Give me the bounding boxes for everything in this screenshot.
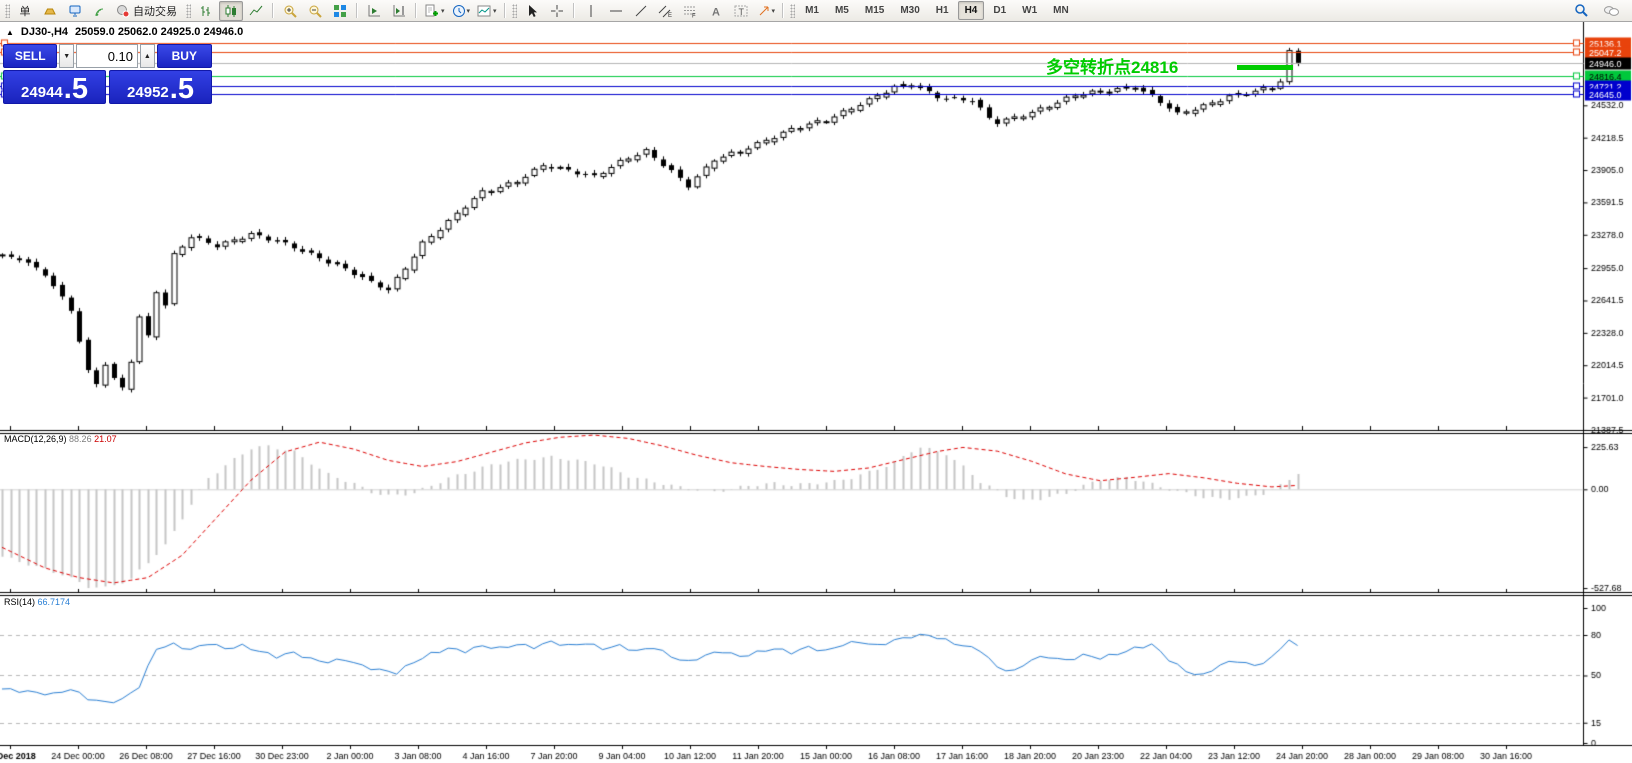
sell-price-tile[interactable]: 24944.5 bbox=[3, 70, 106, 104]
one-click-trading-panel: SELL ▼ ▲ BUY 24944.5 24952.5 bbox=[3, 44, 212, 104]
volume-decrease-button[interactable]: ▼ bbox=[59, 44, 75, 68]
chart-ohlc-values: 25059.0 25062.0 24925.0 24946.0 bbox=[75, 26, 244, 38]
auto-trading-label: 自动交易 bbox=[133, 5, 177, 18]
chart-title: ▲ DJ30-,H4 25059.0 25062.0 24925.0 24946… bbox=[6, 26, 243, 38]
price-chart-canvas[interactable] bbox=[0, 22, 1632, 763]
rsi-value: 66.7174 bbox=[37, 597, 71, 607]
macd-name: MACD(12,26,9) bbox=[4, 434, 67, 444]
macd-signal-value: 21.07 bbox=[94, 434, 117, 444]
terminal-icon[interactable] bbox=[63, 1, 87, 21]
buy-price: 24952 bbox=[127, 83, 169, 101]
text-label-icon[interactable]: T bbox=[729, 1, 753, 21]
timeframe-W1[interactable]: W1 bbox=[1015, 1, 1044, 20]
volume-input[interactable] bbox=[76, 44, 139, 68]
auto-trading-icon bbox=[117, 4, 130, 17]
timeframe-H4[interactable]: H4 bbox=[957, 1, 985, 20]
svg-text:F: F bbox=[692, 13, 696, 18]
trendline-icon[interactable] bbox=[629, 1, 653, 21]
toolbar-separator bbox=[572, 3, 575, 18]
fibonacci-icon[interactable]: F bbox=[679, 1, 703, 21]
toolbar-grip[interactable] bbox=[186, 3, 191, 18]
zoom-in-icon[interactable] bbox=[278, 1, 302, 21]
toolbar-separator bbox=[782, 3, 785, 18]
search-icon[interactable] bbox=[1569, 1, 1593, 21]
triangle-up-icon: ▲ bbox=[143, 52, 151, 60]
sell-price-frac: .5 bbox=[63, 73, 88, 106]
sell-button-label: SELL bbox=[14, 49, 46, 63]
new-order-label: 单 bbox=[19, 5, 31, 18]
toolbar: 单 自动交易 ▾ ▾ ▾ E F A T ▾ M1 M5 M15 M30 H1 H4 D1 W… bbox=[0, 0, 1632, 22]
buy-price-tile[interactable]: 24952.5 bbox=[109, 70, 212, 104]
macd-main-value: 88.26 bbox=[69, 434, 92, 444]
bar-chart-icon[interactable] bbox=[194, 1, 218, 21]
macd-label: MACD(12,26,9) 88.26 21.07 bbox=[4, 434, 117, 444]
toolbar-separator bbox=[503, 3, 506, 18]
shapes-icon[interactable]: ▾ bbox=[754, 1, 779, 21]
toolbar-separator bbox=[272, 3, 274, 18]
tile-windows-icon[interactable] bbox=[328, 1, 352, 21]
timeframe-H1[interactable]: H1 bbox=[929, 1, 956, 20]
signals-icon[interactable] bbox=[88, 1, 112, 21]
timeframe-M15[interactable]: M15 bbox=[858, 1, 891, 20]
buy-button-label: BUY bbox=[171, 49, 197, 63]
candlestick-chart-icon[interactable] bbox=[219, 0, 243, 21]
buy-price-frac: .5 bbox=[169, 73, 194, 106]
volume-increase-button[interactable]: ▲ bbox=[140, 44, 155, 68]
indicators-icon[interactable]: ▾ bbox=[421, 1, 448, 21]
chart-arrow-icon: ▲ bbox=[6, 27, 14, 37]
timeframe-M5[interactable]: M5 bbox=[828, 1, 856, 20]
chat-icon[interactable] bbox=[1599, 1, 1623, 21]
new-order-button[interactable]: 单 bbox=[13, 1, 37, 21]
auto-trading-button[interactable]: 自动交易 bbox=[113, 1, 183, 21]
cursor-icon[interactable] bbox=[520, 1, 544, 21]
text-icon[interactable]: A bbox=[704, 1, 728, 21]
turning-point-annotation: 多空转折点24816 bbox=[1046, 58, 1179, 77]
triangle-down-icon: ▼ bbox=[63, 52, 71, 60]
chevron-down-icon: ▾ bbox=[771, 7, 776, 15]
chart-shift-icon[interactable] bbox=[387, 1, 411, 21]
auto-scroll-icon[interactable] bbox=[362, 1, 386, 21]
toolbar-grip[interactable] bbox=[790, 3, 796, 18]
chevron-down-icon: ▾ bbox=[493, 7, 497, 15]
toolbar-grip[interactable] bbox=[511, 3, 517, 18]
buy-button[interactable]: BUY bbox=[156, 44, 212, 68]
templates-icon[interactable]: ▾ bbox=[474, 1, 500, 21]
toolbar-grip[interactable] bbox=[5, 3, 10, 18]
chevron-down-icon: ▾ bbox=[466, 7, 471, 15]
rsi-name: RSI(14) bbox=[4, 597, 36, 607]
zoom-out-icon[interactable] bbox=[303, 1, 327, 21]
periods-icon[interactable]: ▾ bbox=[449, 1, 474, 21]
line-chart-icon[interactable] bbox=[244, 1, 268, 21]
mt4-terminal: { "toolbar": { "order_label": "单", "auto… bbox=[0, 0, 1632, 763]
turning-point-line-segment bbox=[1237, 65, 1293, 70]
sell-button[interactable]: SELL bbox=[3, 44, 58, 68]
sell-price: 24944 bbox=[21, 83, 63, 101]
timeframe-MN[interactable]: MN bbox=[1046, 1, 1076, 20]
rsi-label: RSI(14) 66.7174 bbox=[4, 597, 70, 607]
timeframe-M30[interactable]: M30 bbox=[893, 1, 926, 20]
svg-text:E: E bbox=[668, 13, 672, 18]
toolbar-right bbox=[1569, 1, 1629, 21]
crosshair-icon[interactable] bbox=[545, 1, 569, 21]
chevron-down-icon: ▾ bbox=[441, 7, 445, 15]
timeframe-group: M1 M5 M15 M30 H1 H4 D1 W1 MN bbox=[798, 1, 1076, 20]
horizontal-line-icon[interactable] bbox=[604, 1, 628, 21]
svg-text:T: T bbox=[738, 7, 744, 17]
timeframe-D1[interactable]: D1 bbox=[986, 1, 1013, 20]
vertical-line-icon[interactable] bbox=[579, 1, 603, 21]
timeframe-M1[interactable]: M1 bbox=[798, 1, 826, 20]
toolbar-separator bbox=[415, 3, 417, 18]
svg-text:A: A bbox=[712, 6, 720, 18]
gold-icon[interactable] bbox=[38, 1, 62, 21]
toolbar-separator bbox=[356, 3, 358, 18]
equidistant-channel-icon[interactable]: E bbox=[654, 1, 678, 21]
chart-symbol-period: DJ30-,H4 bbox=[20, 26, 68, 38]
